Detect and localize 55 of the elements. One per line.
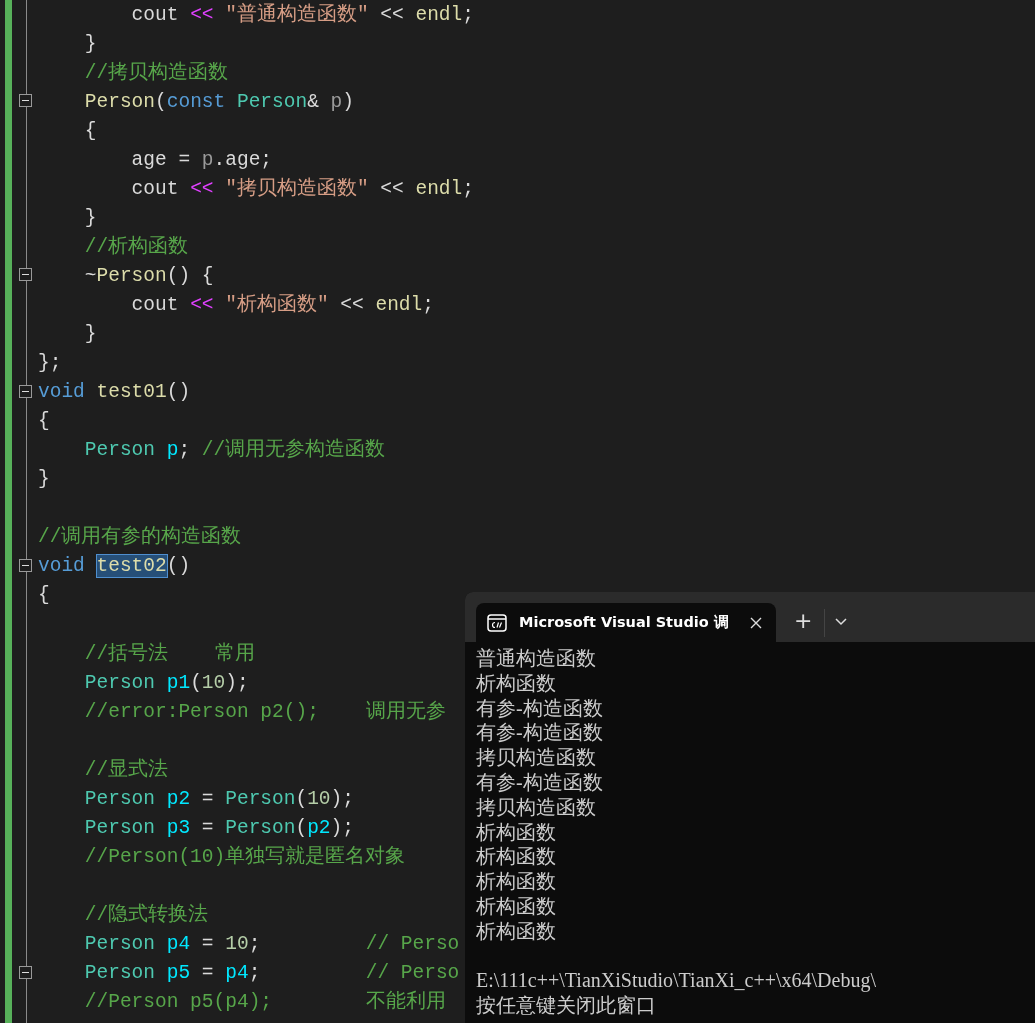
console-output-line: 析构函数	[476, 893, 556, 919]
console-path-line: E:\111c++\TianXiStudio\TianXi_c++\x64\Debug\	[476, 968, 876, 994]
code-line: {	[83, 118, 97, 144]
code-line: Person p2 = Person(10);	[83, 786, 354, 812]
collapse-icon[interactable]	[19, 384, 32, 398]
console-output-line: 析构函数	[476, 869, 556, 894]
collapse-icon[interactable]	[19, 965, 32, 979]
code-line: Person p3 = Person(p2);	[83, 815, 354, 841]
code-line: //显式法	[83, 757, 169, 783]
code-line: //析构函数	[83, 234, 189, 260]
code-line: cout << "析构函数" << endl;	[130, 292, 434, 318]
code-line: cout << "普通构造函数" << endl;	[130, 2, 474, 28]
console-output-line: 析构函数	[476, 844, 556, 870]
code-line: Person p5 = p4; // Perso	[83, 961, 460, 987]
console-output-line: 有参-构造函数	[476, 720, 603, 746]
code-line: Person p4 = 10; // Perso	[83, 932, 460, 957]
console-output-line: 析构函数	[476, 670, 556, 696]
code-line: Person(const Person& p)	[83, 89, 354, 115]
code-line: //error:Person p2(); 调用无参	[83, 699, 446, 725]
collapse-icon[interactable]	[19, 268, 32, 282]
code-line: void test02()	[38, 554, 191, 580]
code-line: void test01()	[38, 380, 191, 406]
code-line: //Person(10)单独写就是匿名对象	[83, 844, 406, 870]
code-line: }	[83, 205, 97, 231]
collapse-icon[interactable]	[19, 558, 32, 572]
code-line: //括号法 常用	[83, 641, 256, 667]
code-line: }	[83, 322, 97, 348]
console-output-line: 有参-构造函数	[476, 770, 603, 795]
collapse-icon[interactable]	[19, 94, 32, 108]
code-line: };	[38, 351, 62, 377]
console-output-line: 析构函数	[476, 819, 556, 845]
console-output-line: 普通构造函数	[476, 646, 596, 671]
code-line: {	[38, 409, 50, 435]
code-line: }	[38, 467, 50, 493]
console-prompt-line: 按任意键关闭此窗口	[476, 993, 656, 1018]
console-output-line: 析构函数	[476, 918, 556, 944]
code-line: }	[83, 31, 97, 57]
code-line: //Person p5(p4); 不能利用	[83, 989, 446, 1016]
new-tab-button[interactable]: +	[794, 606, 813, 636]
console-output-line: 有参-构造函数	[476, 695, 603, 721]
code-line: //隐式转换法	[83, 902, 209, 928]
console-tab[interactable]: Microsoft Visual Studio 调	[476, 603, 776, 642]
code-line: Person p1(10);	[83, 670, 249, 696]
code-line: ~Person() {	[83, 263, 214, 289]
close-icon[interactable]	[750, 616, 762, 629]
code-line: //调用有参的构造函数	[38, 524, 242, 551]
code-line: cout << "拷贝构造函数" << endl;	[130, 176, 474, 202]
console-output-line: 拷贝构造函数	[476, 745, 596, 770]
code-line: {	[38, 583, 50, 609]
chevron-down-icon[interactable]	[835, 618, 848, 626]
console-output-line: 拷贝构造函数	[476, 794, 596, 820]
code-line: Person p; //调用无参构造函数	[83, 437, 386, 464]
code-line: age = p.age;	[130, 147, 273, 173]
terminal-icon	[487, 613, 507, 632]
code-line: //拷贝构造函数	[83, 60, 229, 86]
